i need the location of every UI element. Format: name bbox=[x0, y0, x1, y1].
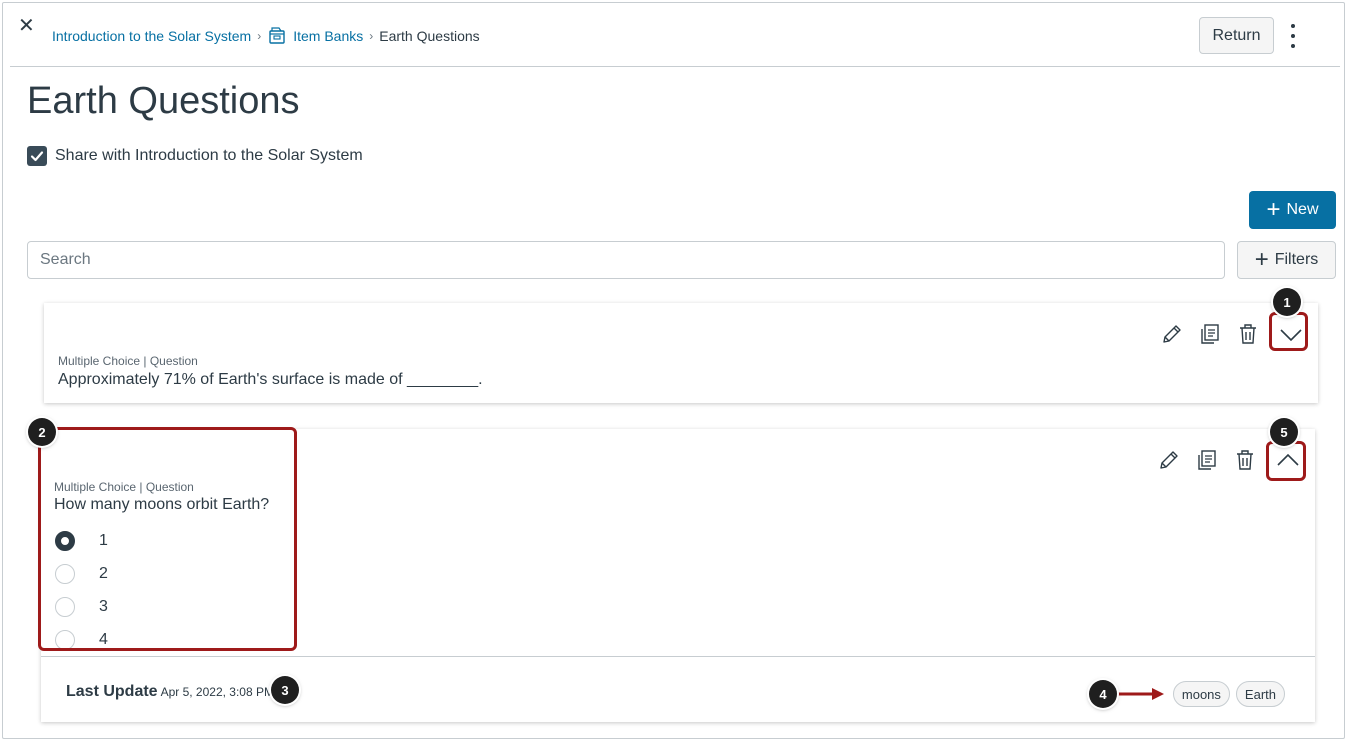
close-icon[interactable]: ✕ bbox=[18, 16, 35, 36]
return-button[interactable]: Return bbox=[1199, 17, 1274, 54]
callout-badge: 3 bbox=[271, 676, 299, 704]
copy-icon[interactable] bbox=[1198, 322, 1222, 346]
question-card: Multiple Choice | Question Approximately… bbox=[44, 303, 1318, 403]
breadcrumb-separator-icon: › bbox=[369, 29, 374, 43]
plus-icon: + bbox=[1266, 196, 1281, 223]
filters-button[interactable]: + Filters bbox=[1237, 241, 1336, 279]
tag-pill[interactable]: moons bbox=[1172, 681, 1230, 707]
breadcrumb: Introduction to the Solar System › Item … bbox=[52, 27, 480, 45]
kebab-menu-icon[interactable] bbox=[1283, 24, 1303, 48]
callout-badge: 2 bbox=[28, 418, 56, 446]
header-divider bbox=[10, 66, 1340, 67]
arrow-right-icon bbox=[1118, 688, 1164, 700]
callout-badge: 1 bbox=[1273, 288, 1301, 316]
pencil-icon[interactable] bbox=[1160, 322, 1184, 346]
checkmark-icon bbox=[30, 151, 44, 162]
share-checkbox[interactable] bbox=[27, 146, 47, 166]
breadcrumb-current: Earth Questions bbox=[379, 28, 480, 44]
tag-pill[interactable]: Earth bbox=[1235, 681, 1285, 707]
share-label: Share with Introduction to the Solar Sys… bbox=[55, 147, 363, 164]
trash-icon[interactable] bbox=[1236, 322, 1260, 346]
question-card-expanded: Multiple Choice | Question How many moon… bbox=[38, 427, 1315, 722]
trash-icon[interactable] bbox=[1233, 448, 1257, 472]
callout-badge: 4 bbox=[1089, 680, 1117, 708]
copy-icon[interactable] bbox=[1195, 448, 1219, 472]
item-bank-icon bbox=[269, 27, 285, 44]
filters-button-label: Filters bbox=[1274, 251, 1319, 268]
new-button-label: New bbox=[1286, 201, 1319, 218]
search-input[interactable] bbox=[27, 241, 1225, 279]
highlight-box bbox=[1269, 312, 1308, 351]
breadcrumb-item-banks-link[interactable]: Item Banks bbox=[293, 28, 363, 44]
pencil-icon[interactable] bbox=[1157, 448, 1181, 472]
share-option: Share with Introduction to the Solar Sys… bbox=[27, 146, 363, 166]
new-button[interactable]: + New bbox=[1249, 191, 1336, 229]
question-meta: Multiple Choice | Question bbox=[58, 354, 198, 368]
last-update-value: Apr 5, 2022, 3:08 PM bbox=[160, 685, 274, 699]
callout-badge: 5 bbox=[1270, 418, 1298, 446]
last-update: Last Update Apr 5, 2022, 3:08 PM bbox=[66, 683, 274, 701]
question-text: Approximately 71% of Earth's surface is … bbox=[58, 371, 483, 388]
breadcrumb-course-link[interactable]: Introduction to the Solar System bbox=[52, 28, 251, 44]
highlight-box bbox=[38, 427, 297, 651]
last-update-label: Last Update bbox=[66, 683, 158, 700]
tag-list: moons Earth bbox=[1172, 681, 1285, 707]
breadcrumb-separator-icon: › bbox=[257, 29, 262, 43]
highlight-box bbox=[1266, 441, 1306, 481]
page-title: Earth Questions bbox=[27, 80, 300, 122]
plus-icon: + bbox=[1254, 246, 1269, 273]
